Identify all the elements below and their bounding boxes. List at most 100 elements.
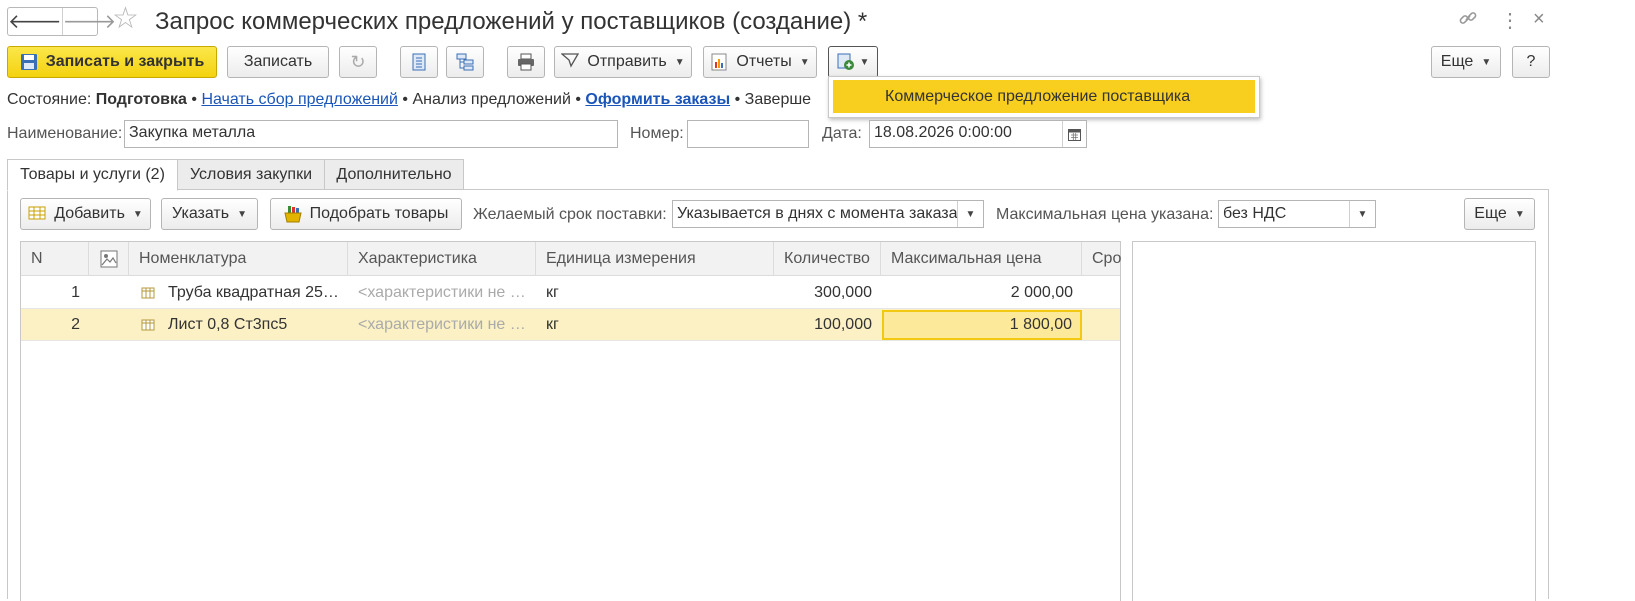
state-label: Состояние: — [7, 91, 92, 108]
tab-purchase-terms[interactable]: Условия закупки — [177, 159, 325, 190]
more-vertical-icon[interactable]: ⋮ — [1500, 8, 1520, 33]
chevron-down-icon: ▼ — [859, 56, 870, 68]
table-header: N Номенклатура Характеристика Единица из… — [21, 242, 1122, 276]
date-field[interactable]: 18.08.2026 0:00:00 — [869, 120, 1087, 148]
cell-n: 2 — [71, 316, 80, 333]
save-and-close-button[interactable]: Записать и закрыть — [7, 46, 217, 78]
send-icon — [560, 52, 580, 73]
table-more-label: Еще — [1474, 205, 1507, 222]
completed-step: Заверше — [744, 91, 812, 108]
send-button[interactable]: Отправить ▼ — [554, 46, 692, 78]
create-based-on-icon — [837, 53, 855, 71]
list-document-icon — [410, 53, 428, 71]
image-icon[interactable] — [89, 242, 129, 276]
separator: • — [575, 91, 581, 108]
date-label: Дата: — [822, 125, 862, 142]
delivery-term-select[interactable]: Указывается в днях с момента заказа ▼ — [672, 200, 984, 228]
navigation-buttons: 🡐 🡒 — [7, 7, 116, 36]
cell-quantity: 100,000 — [814, 316, 872, 333]
number-label: Номер: — [630, 125, 684, 142]
more-button[interactable]: Еще ▼ — [1431, 46, 1501, 78]
column-header-nomenclature[interactable]: Номенклатура — [129, 242, 348, 276]
chevron-down-icon[interactable]: ▼ — [957, 201, 983, 227]
close-icon[interactable]: × — [1533, 8, 1545, 31]
chevron-down-icon[interactable]: ▼ — [1349, 201, 1375, 227]
send-label: Отправить — [587, 53, 667, 70]
max-price-value: без НДС — [1223, 205, 1287, 222]
basket-icon — [284, 205, 302, 223]
document-structure-button[interactable] — [400, 46, 438, 78]
link-icon[interactable] — [1458, 8, 1478, 34]
column-header-term[interactable]: Сро — [1082, 242, 1122, 276]
table-row-selected[interactable]: 2 Лист 0,8 Ст3пс5 <характеристики не … к… — [21, 309, 1120, 341]
page-title: Запрос коммерческих предложений у постав… — [155, 8, 868, 35]
table-add-icon — [28, 205, 46, 223]
arrow-right-icon[interactable]: 🡒 — [61, 8, 116, 35]
separator: • — [402, 91, 408, 108]
add-label: Добавить — [54, 205, 125, 222]
chevron-down-icon: ▼ — [132, 208, 143, 220]
print-button[interactable] — [507, 46, 545, 78]
floppy-disk-icon — [20, 53, 38, 71]
cell-unit: кг — [546, 284, 559, 301]
picture-panel — [1132, 241, 1536, 601]
pick-goods-label: Подобрать товары — [309, 205, 449, 222]
cell-unit: кг — [546, 316, 559, 333]
reports-button[interactable]: Отчеты ▼ — [703, 46, 817, 78]
pick-goods-button[interactable]: Подобрать товары — [270, 198, 462, 230]
printer-icon — [517, 53, 535, 71]
column-header-max-price[interactable]: Максимальная цена — [881, 242, 1082, 276]
hierarchy-icon — [456, 53, 474, 71]
refresh-icon: ↻ — [350, 51, 366, 72]
table-row[interactable]: 1 Труба квадратная 25… <характеристики н… — [21, 277, 1120, 309]
name-field[interactable]: Закупка металла — [124, 120, 618, 148]
calendar-icon[interactable] — [1062, 121, 1086, 147]
start-collecting-link[interactable]: Начать сбор предложений — [201, 91, 398, 108]
table-more-button[interactable]: Еще ▼ — [1464, 198, 1535, 230]
delivery-term-value: Указывается в днях с момента заказа — [677, 205, 958, 222]
separator: • — [734, 91, 741, 108]
column-header-n[interactable]: N — [21, 242, 89, 276]
reports-label: Отчеты — [736, 53, 792, 70]
specify-button[interactable]: Указать ▼ — [161, 198, 258, 230]
cell-characteristic: <характеристики не … — [358, 284, 526, 301]
cell-quantity: 300,000 — [814, 284, 872, 301]
tab-additional[interactable]: Дополнительно — [324, 159, 464, 190]
more-label: Еще — [1440, 53, 1474, 70]
delivery-term-label: Желаемый срок поставки: — [473, 206, 667, 223]
column-header-characteristic[interactable]: Характеристика — [348, 242, 536, 276]
nomenclature-item-icon — [141, 277, 157, 309]
date-value: 18.08.2026 0:00:00 — [874, 124, 1012, 141]
help-button[interactable]: ? — [1512, 46, 1550, 78]
menu-item-supplier-offer[interactable]: Коммерческое предложение поставщика — [833, 80, 1255, 113]
max-price-label: Максимальная цена указана: — [996, 206, 1214, 223]
create-based-on-button[interactable]: ▼ — [828, 46, 878, 78]
star-icon[interactable]: ☆ — [112, 4, 139, 34]
related-documents-button[interactable] — [446, 46, 484, 78]
create-orders-link[interactable]: Оформить заказы — [585, 91, 730, 108]
state-line: Состояние: Подготовка • Начать сбор пред… — [7, 91, 811, 109]
chevron-down-icon: ▼ — [674, 56, 685, 68]
state-current: Подготовка — [95, 91, 187, 108]
tab-goods-and-services[interactable]: Товары и услуги (2) — [7, 159, 178, 191]
max-price-select[interactable]: без НДС ▼ — [1218, 200, 1376, 228]
refresh-button[interactable]: ↻ — [339, 46, 377, 78]
cell-max-price: 2 000,00 — [1010, 284, 1073, 301]
save-button[interactable]: Записать — [227, 46, 329, 78]
separator: • — [191, 91, 197, 108]
chevron-down-icon: ▼ — [237, 208, 247, 220]
cell-max-price-active[interactable]: 1 800,00 — [882, 310, 1082, 340]
column-header-unit[interactable]: Единица измерения — [536, 242, 774, 276]
name-label: Наименование: — [7, 125, 123, 142]
chevron-down-icon: ▼ — [799, 56, 810, 68]
column-header-quantity[interactable]: Количество — [774, 242, 881, 276]
number-field[interactable] — [687, 120, 809, 148]
create-based-on-menu: Коммерческое предложение поставщика — [828, 76, 1260, 118]
save-and-close-label: Записать и закрыть — [45, 53, 205, 70]
cell-characteristic: <характеристики не … — [358, 316, 526, 333]
help-label: ? — [1526, 53, 1536, 70]
arrow-left-icon[interactable]: 🡐 — [8, 8, 62, 35]
cell-nomenclature: Лист 0,8 Ст3пс5 — [168, 316, 288, 333]
specify-label: Указать — [172, 205, 230, 222]
add-button[interactable]: Добавить ▼ — [20, 198, 151, 230]
